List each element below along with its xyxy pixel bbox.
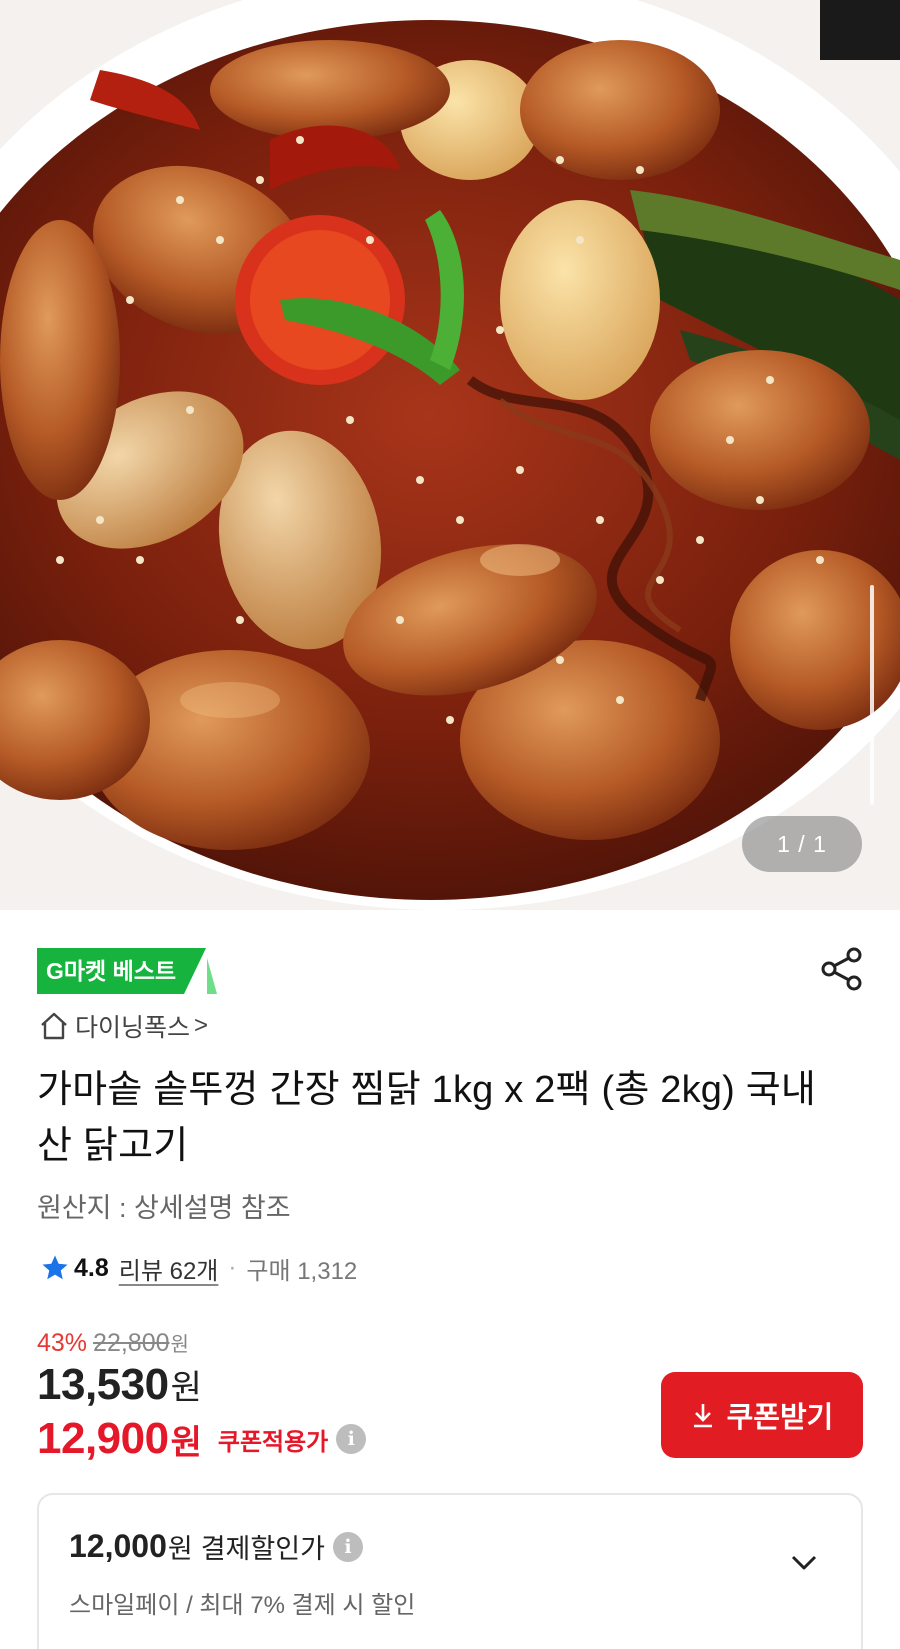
payment-discount-card[interactable]: 12,000 원 결제할인가 i 스마일페이 / 최대 7% 결제 시 할인 xyxy=(37,1493,863,1649)
payment-discount-label: 결제할인가 xyxy=(200,1534,325,1564)
coupon-price-row: 12,900 원 쿠폰적용가 i xyxy=(37,1414,367,1464)
discount-row: 43% 22,800 원 xyxy=(37,1328,189,1358)
chevron-down-icon[interactable] xyxy=(787,1545,821,1579)
review-count-link[interactable]: 리뷰 62개 xyxy=(119,1251,219,1286)
rating-score: 4.8 xyxy=(74,1253,109,1282)
purchase-count: 구매 1,312 xyxy=(246,1257,358,1285)
separator-dot: · xyxy=(228,1254,237,1281)
info-icon[interactable]: i xyxy=(332,1531,363,1562)
chevron-right-icon: > xyxy=(194,1012,209,1039)
payment-discount-main: 12,000 원 결제할인가 i xyxy=(69,1527,363,1566)
coupon-price-value: 12,900 xyxy=(37,1414,169,1463)
payment-discount-sub: 스마일페이 / 최대 7% 결제 시 할인 xyxy=(69,1592,416,1619)
product-image[interactable]: 1 / 1 xyxy=(0,0,900,910)
sale-price-unit: 원 xyxy=(170,1369,202,1407)
download-icon xyxy=(693,1404,712,1428)
info-icon[interactable]: i xyxy=(336,1424,367,1454)
image-page-indicator: 1 / 1 xyxy=(742,816,862,872)
original-price-unit: 원 xyxy=(170,1334,189,1356)
badge-shadow xyxy=(207,958,217,994)
original-price: 22,800 xyxy=(93,1329,170,1357)
payment-discount-amount: 12,000 xyxy=(69,1528,167,1564)
get-coupon-button[interactable]: 쿠폰받기 xyxy=(661,1372,863,1458)
product-title: 가마솥 솥뚜껑 간장 찜닭 1kg x 2팩 (총 2kg) 국내산 닭고기 xyxy=(37,1069,817,1167)
star-icon xyxy=(42,1255,68,1280)
discount-percent: 43% xyxy=(37,1329,88,1357)
sale-price: 13,530원 xyxy=(37,1360,202,1410)
brand-name: 다이닝폭스 xyxy=(75,1014,191,1042)
badge-tail xyxy=(184,948,207,994)
badge-label: G마켓 베스트 xyxy=(37,948,185,994)
food-photo xyxy=(0,0,900,910)
coupon-price-unit: 원 xyxy=(170,1423,202,1462)
home-icon xyxy=(41,1012,67,1040)
get-coupon-label: 쿠폰받기 xyxy=(726,1402,834,1434)
image-scrollbar[interactable] xyxy=(870,585,874,805)
share-icon xyxy=(821,947,862,991)
brand-link[interactable]: 다이닝폭스 > xyxy=(37,1008,208,1044)
gmarket-best-badge: G마켓 베스트 xyxy=(37,948,207,994)
share-button[interactable] xyxy=(820,946,864,992)
payment-discount-unit: 원 xyxy=(167,1534,193,1564)
rating-row: 4.8 리뷰 62개 · 구매 1,312 xyxy=(40,1250,357,1286)
product-origin: 원산지 : 상세설명 참조 xyxy=(37,1193,291,1223)
sale-price-value: 13,530 xyxy=(37,1360,169,1409)
coupon-price-label: 쿠폰적용가 xyxy=(217,1428,329,1456)
